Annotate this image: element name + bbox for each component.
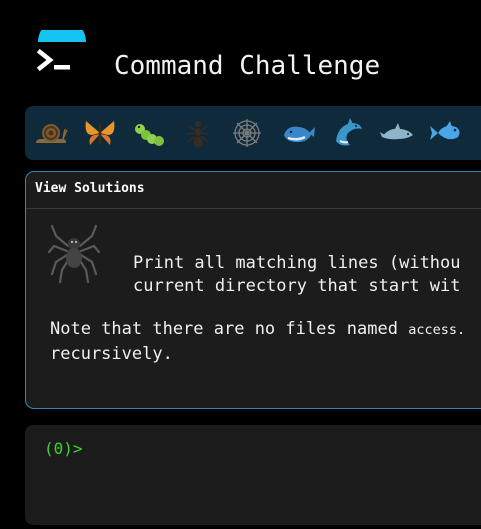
description-line-1: Print all matching lines (withou (133, 253, 461, 273)
challenge-description: Print all matching lines (withou current… (133, 252, 461, 298)
fish-icon[interactable] (428, 115, 464, 151)
whale-icon[interactable] (281, 115, 317, 151)
level-strip (25, 106, 481, 160)
description-line-2: current directory that start wit (133, 276, 461, 296)
page-title[interactable]: Command Challenge (114, 48, 380, 84)
terminal[interactable]: (0)> (25, 425, 481, 525)
terminal-prompt: (0)> (44, 439, 83, 458)
butterfly-icon[interactable] (82, 115, 118, 151)
card-header: View Solutions (26, 172, 481, 209)
spider-web-icon[interactable] (229, 115, 265, 151)
dolphin-icon[interactable] (379, 115, 415, 151)
terminal-input[interactable] (105, 439, 465, 461)
caterpillar-icon[interactable] (131, 115, 167, 151)
snail-icon[interactable] (33, 115, 69, 151)
challenge-card: View Solutions Print all matching lines … (25, 171, 481, 409)
spider-icon (48, 224, 100, 284)
note-code: access. (408, 322, 466, 338)
dolphin-icon[interactable] (330, 115, 366, 151)
challenge-note: Note that there are no files named acces… (50, 317, 465, 366)
view-solutions-link[interactable]: View Solutions (35, 181, 145, 196)
ant-icon[interactable] (180, 115, 216, 151)
terminal-prompt-icon[interactable] (36, 30, 88, 82)
note-line-2: recursively. (50, 344, 173, 364)
note-text: Note that there are no files named (50, 319, 409, 339)
